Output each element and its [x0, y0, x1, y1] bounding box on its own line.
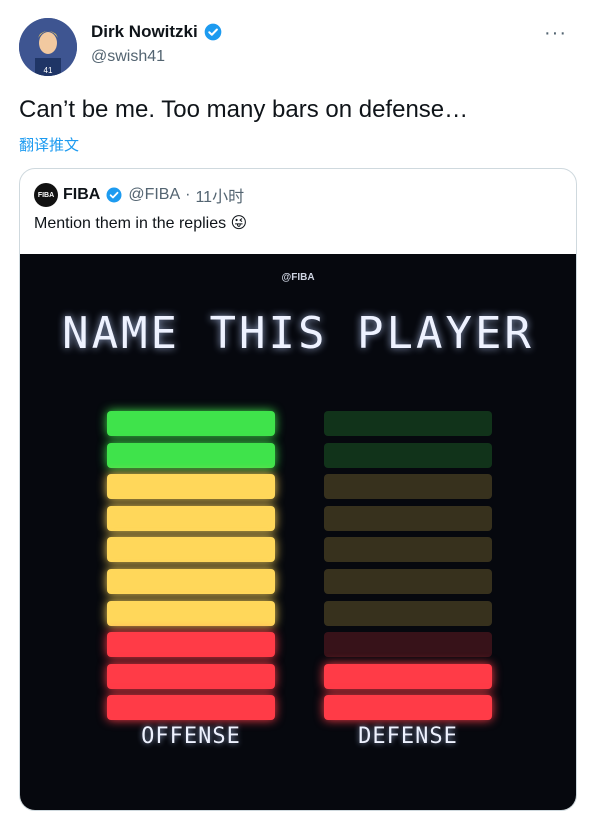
- offense-bar: [107, 600, 275, 626]
- defense-bar: [324, 411, 492, 436]
- author-name[interactable]: Dirk Nowitzki: [91, 22, 198, 42]
- offense-bar: [107, 474, 275, 500]
- quoted-timestamp: 11小时: [195, 189, 245, 206]
- quoted-tweet[interactable]: FIBA FIBA @FIBA · 11小时 Mention them in t…: [19, 168, 577, 811]
- defense-bar: [324, 474, 492, 500]
- offense-bar: [107, 505, 275, 531]
- offense-label: OFFENSE: [141, 724, 241, 749]
- image-title: NAME THIS PLAYER: [62, 308, 534, 359]
- quoted-author-handle: @FIBA: [128, 186, 181, 203]
- defense-bar: [324, 505, 492, 531]
- image-watermark-handle: @FIBA: [281, 272, 315, 283]
- defense-bar: [324, 632, 492, 658]
- defense-bar: [324, 442, 492, 468]
- translate-link[interactable]: 翻译推文: [19, 134, 79, 155]
- svg-text:41: 41: [44, 66, 53, 75]
- avatar-illustration: 41: [19, 18, 77, 76]
- offense-bar: [107, 663, 275, 689]
- defense-bar: [324, 695, 492, 721]
- defense-label: DEFENSE: [358, 724, 458, 749]
- verified-badge-icon: [106, 187, 122, 203]
- offense-bar: [107, 411, 275, 436]
- defense-bar: [324, 600, 492, 626]
- quoted-author-name: FIBA: [63, 186, 101, 203]
- defense-bar-column: [324, 411, 492, 727]
- offense-bar: [107, 568, 275, 594]
- defense-bar: [324, 568, 492, 594]
- quoted-tweet-header: FIBA FIBA @FIBA · 11小时: [34, 183, 244, 207]
- separator-dot: ·: [185, 186, 191, 203]
- avatar[interactable]: 41: [19, 18, 77, 76]
- more-options-icon[interactable]: ···: [544, 22, 567, 45]
- quoted-tweet-image[interactable]: @FIBA NAME THIS PLAYER OFFENSE DEFENSE: [20, 254, 576, 810]
- verified-badge-icon: [204, 23, 222, 41]
- author-name-row: Dirk Nowitzki: [91, 22, 223, 42]
- defense-bar: [324, 537, 492, 563]
- defense-bar: [324, 663, 492, 689]
- offense-bar: [107, 632, 275, 658]
- quoted-tweet-text: Mention them in the replies 😜: [34, 215, 248, 232]
- offense-bar: [107, 695, 275, 721]
- author-handle[interactable]: @swish41: [91, 48, 165, 66]
- offense-bar: [107, 537, 275, 563]
- offense-bar-column: [107, 411, 275, 727]
- fiba-logo-avatar: FIBA: [34, 183, 58, 207]
- tweet-text: Can’t be me. Too many bars on defense…: [19, 96, 469, 123]
- offense-bar: [107, 442, 275, 468]
